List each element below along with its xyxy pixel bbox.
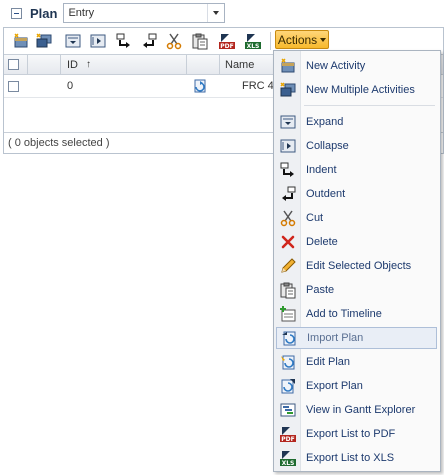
menu-item-export-list-to-pdf[interactable]: PDF Export List to PDF <box>276 423 437 445</box>
chevron-down-icon <box>320 37 327 42</box>
select-all-cell <box>4 55 28 74</box>
indent-icon <box>279 161 297 179</box>
plan-header: Plan Entry <box>8 3 226 23</box>
menu-item-view-in-gantt-explorer[interactable]: View in Gantt Explorer <box>276 399 437 421</box>
expand-icon <box>279 113 297 131</box>
outdent-icon[interactable] <box>140 32 158 50</box>
svg-text:XLS: XLS <box>247 43 260 50</box>
cut-icon[interactable] <box>165 32 183 50</box>
actions-button-label: Actions <box>277 32 318 47</box>
gantt-icon <box>279 401 297 419</box>
svg-text:PDF: PDF <box>220 43 233 50</box>
menu-item-export-plan[interactable]: Export Plan <box>276 375 437 397</box>
menu-item-label: Edit Selected Objects <box>306 260 412 272</box>
menu-item-label: View in Gantt Explorer <box>306 404 416 416</box>
menu-item-label: Expand <box>306 116 344 128</box>
xls-icon: XLS <box>279 449 297 467</box>
actions-menu: New Activity New Multiple Activities Exp… <box>273 50 441 472</box>
row-select-cell <box>4 75 28 97</box>
column-header-name[interactable]: Name <box>220 55 280 74</box>
expand-icon[interactable] <box>64 32 82 50</box>
paste-icon <box>279 281 297 299</box>
menu-item-label: Delete <box>306 236 338 248</box>
svg-text:PDF: PDF <box>281 436 294 443</box>
menu-item-label: Collapse <box>306 140 349 152</box>
menu-item-label: Cut <box>306 212 324 224</box>
pdf-icon: PDF <box>279 425 297 443</box>
menu-item-label: Export List to PDF <box>306 428 396 440</box>
page-title: Plan <box>30 5 58 21</box>
row-name-cell: FRC 49 <box>226 75 280 97</box>
menu-item-label: New Multiple Activities <box>306 84 415 96</box>
menu-item-label: Export Plan <box>306 380 363 392</box>
actions-button[interactable]: Actions <box>275 30 329 49</box>
column-header-id-label: ID <box>67 58 78 71</box>
chevron-down-icon[interactable] <box>207 4 224 22</box>
new-activity-icon[interactable] <box>12 32 30 50</box>
menu-item-import-plan[interactable]: Import Plan <box>276 327 437 349</box>
sort-ascending-icon: ↑ <box>86 59 91 70</box>
export-plan-icon <box>279 377 297 395</box>
menu-item-cut[interactable]: Cut <box>276 207 437 229</box>
view-select[interactable]: Entry <box>63 3 226 23</box>
new-activity-icon <box>279 57 297 75</box>
cut-icon <box>279 209 297 227</box>
menu-item-paste[interactable]: Paste <box>276 279 437 301</box>
menu-item-indent[interactable]: Indent <box>276 159 437 181</box>
collapse-icon <box>279 137 297 155</box>
outdent-icon <box>279 185 297 203</box>
status-text: ( 0 objects selected ) <box>8 137 110 149</box>
import-plan-icon <box>280 329 298 347</box>
column-header-id[interactable]: ID ↑ <box>61 55 187 74</box>
svg-text:XLS: XLS <box>282 460 295 467</box>
menu-item-label: Outdent <box>306 188 346 200</box>
plan-row-icon[interactable] <box>192 78 208 94</box>
menu-item-collapse[interactable]: Collapse <box>276 135 437 157</box>
pencil-icon <box>279 257 297 275</box>
pdf-icon[interactable]: PDF <box>218 32 236 50</box>
menu-item-label: Add to Timeline <box>306 308 382 320</box>
menu-item-label: Export List to XLS <box>306 452 395 464</box>
new-multiple-activities-icon[interactable] <box>35 32 53 50</box>
row-id-cell: 0 <box>61 75 187 97</box>
indent-icon[interactable] <box>115 32 133 50</box>
menu-item-outdent[interactable]: Outdent <box>276 183 437 205</box>
menu-item-label: Edit Plan <box>306 356 351 368</box>
column-blank <box>28 55 61 74</box>
menu-item-new-multiple-activities[interactable]: New Multiple Activities <box>276 79 437 101</box>
view-select-value: Entry <box>68 7 95 19</box>
edit-plan-icon <box>279 353 297 371</box>
delete-icon <box>279 233 297 251</box>
row-checkbox[interactable] <box>8 80 19 92</box>
menu-item-new-activity[interactable]: New Activity <box>276 55 437 77</box>
menu-item-label: Indent <box>306 164 337 176</box>
paste-icon[interactable] <box>191 32 209 50</box>
select-all-checkbox[interactable] <box>8 59 19 70</box>
row-icon-cell <box>188 75 218 97</box>
menu-separator <box>304 105 435 106</box>
add-to-timeline-icon <box>279 305 297 323</box>
menu-item-label: New Activity <box>306 60 366 72</box>
collapse-icon[interactable] <box>89 32 107 50</box>
row-id: 0 <box>67 80 74 92</box>
column-blank-2 <box>187 55 220 74</box>
menu-item-label: Paste <box>306 284 335 296</box>
menu-item-export-list-to-xls[interactable]: XLS Export List to XLS <box>276 447 437 469</box>
collapse-section-icon[interactable] <box>11 7 22 19</box>
toolbar-divider <box>270 32 271 50</box>
menu-item-delete[interactable]: Delete <box>276 231 437 253</box>
column-header-name-label: Name <box>225 58 255 71</box>
xls-icon[interactable]: XLS <box>244 32 262 50</box>
menu-item-edit-selected-objects[interactable]: Edit Selected Objects <box>276 255 437 277</box>
menu-item-add-to-timeline[interactable]: Add to Timeline <box>276 303 437 325</box>
menu-item-edit-plan[interactable]: Edit Plan <box>276 351 437 373</box>
menu-item-label: Import Plan <box>307 332 364 344</box>
new-multiple-activities-icon <box>279 81 297 99</box>
menu-item-expand[interactable]: Expand <box>276 111 437 133</box>
